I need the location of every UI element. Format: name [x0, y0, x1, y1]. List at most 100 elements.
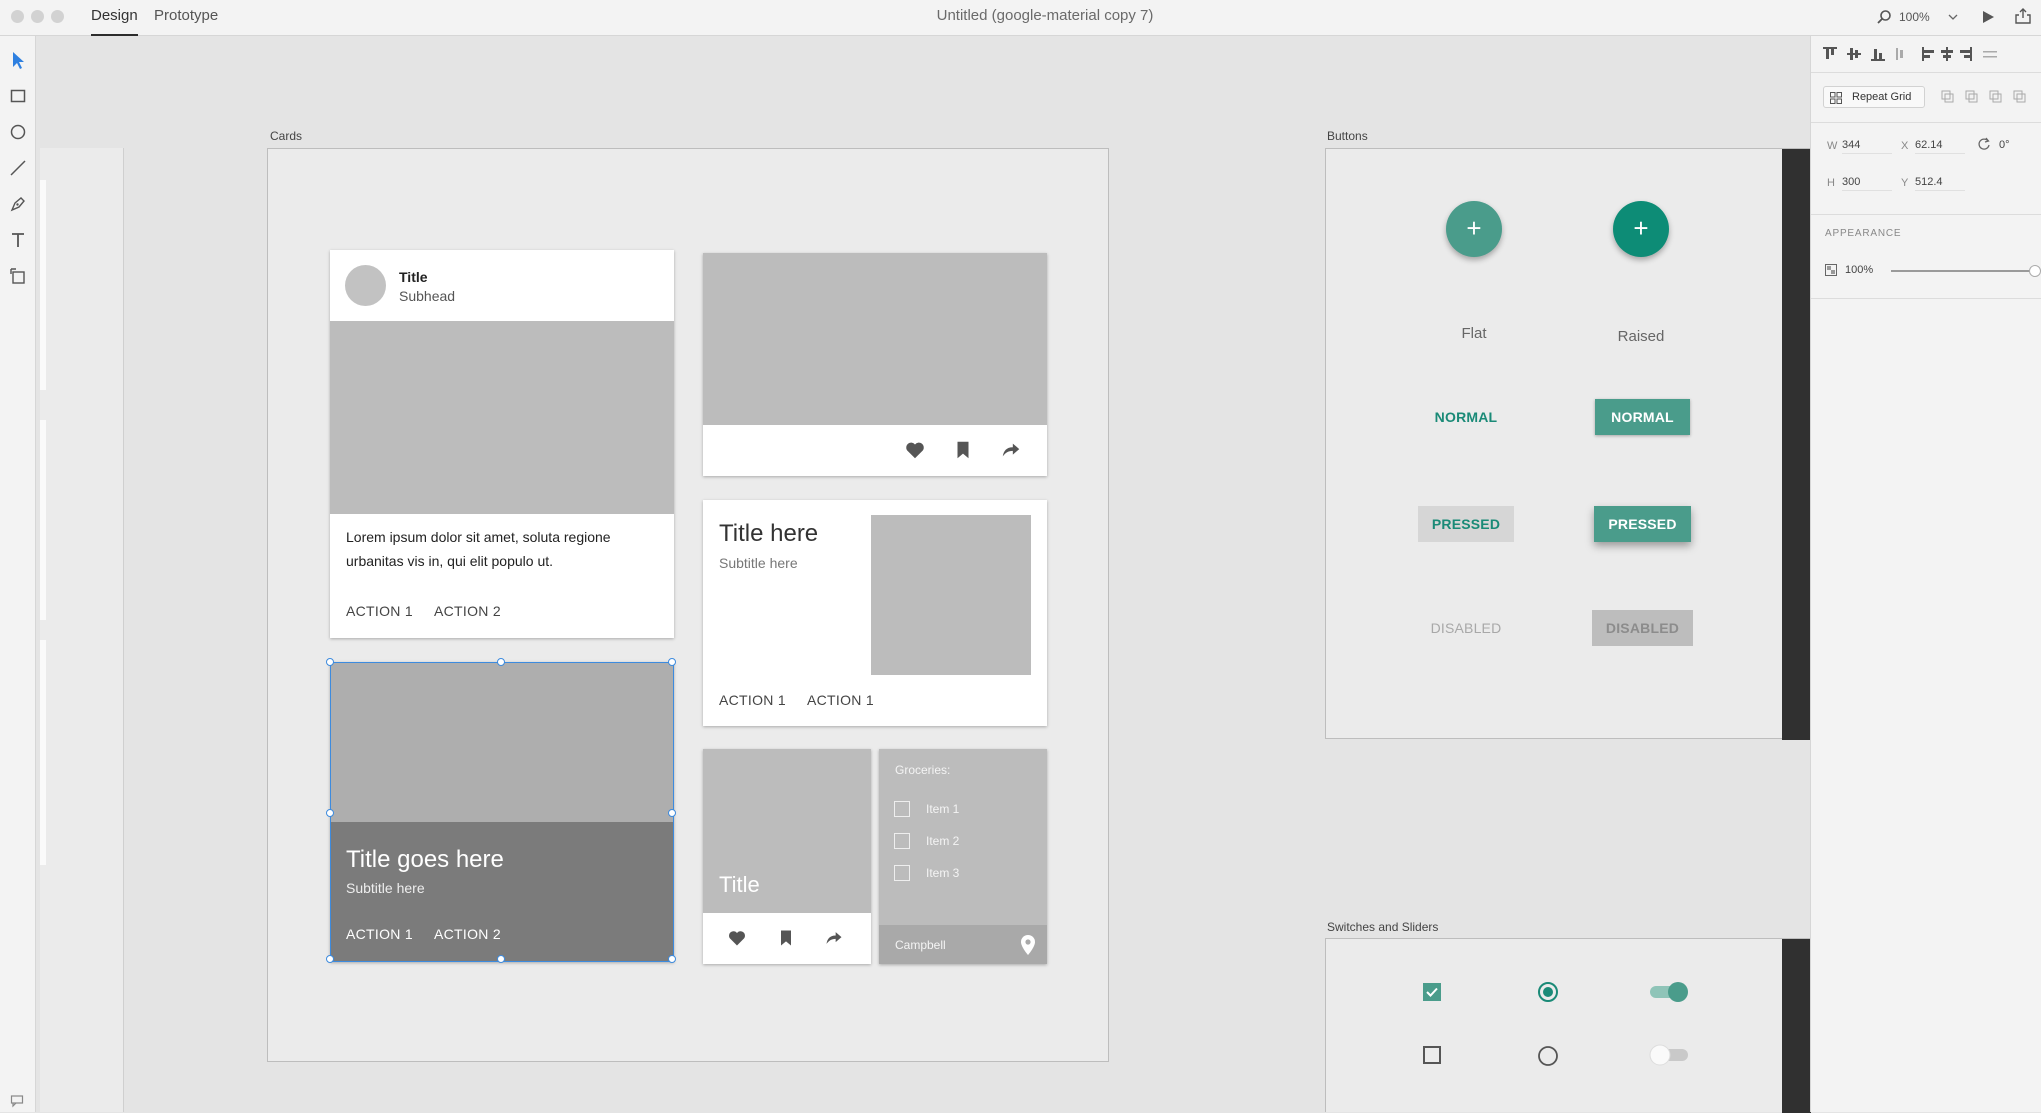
card-media — [330, 321, 674, 514]
avatar — [345, 265, 386, 306]
checkbox-checked[interactable] — [1422, 982, 1442, 1002]
property-inspector: Repeat Grid W 344 X 62.14 0° H 300 Y 512… — [1810, 36, 2041, 1112]
comment-icon[interactable] — [10, 1094, 24, 1108]
text-icon[interactable] — [8, 230, 28, 250]
repeat-grid-label: Repeat Grid — [1852, 91, 1912, 103]
align-toolbar[interactable] — [1823, 46, 2023, 62]
opacity-value[interactable]: 100% — [1845, 264, 1873, 276]
rotate-icon — [1978, 137, 1990, 150]
opacity-icon — [1825, 264, 1837, 276]
share-arrow-icon[interactable] — [1000, 439, 1022, 461]
card-title-thumbnail[interactable]: Title here Subtitle here ACTION 1 ACTION… — [703, 500, 1047, 726]
rectangle-icon[interactable] — [8, 86, 28, 106]
checkbox[interactable] — [894, 865, 910, 881]
card-small-title[interactable]: Title — [703, 749, 871, 964]
raised-normal-button[interactable]: NORMAL — [1595, 399, 1690, 435]
zoom-level[interactable]: 100% — [1899, 10, 1930, 24]
radio-unchecked[interactable] — [1537, 1045, 1559, 1067]
tab-design[interactable]: Design — [91, 0, 138, 36]
chevron-down-icon[interactable] — [1948, 12, 1958, 22]
card-media-icons[interactable] — [703, 253, 1047, 476]
card-action-1[interactable]: ACTION 1 — [719, 692, 786, 708]
location-pin-icon[interactable] — [1019, 934, 1037, 956]
card-subhead: Subhead — [399, 288, 456, 304]
flat-normal-button[interactable]: NORMAL — [1418, 399, 1514, 435]
toggle-off[interactable] — [1648, 1044, 1690, 1066]
card-action-2[interactable]: ACTION 1 — [807, 692, 874, 708]
divider — [1811, 214, 2041, 215]
x-field[interactable]: 62.14 — [1915, 139, 1965, 154]
raised-pressed-button[interactable]: PRESSED — [1594, 506, 1691, 542]
artboard-switches[interactable] — [1325, 938, 1811, 1113]
checkbox-unchecked[interactable] — [1422, 1045, 1442, 1065]
list-item: Item 3 — [926, 866, 960, 880]
card-action-1[interactable]: ACTION 1 — [346, 603, 413, 619]
artboard-dark-edge — [1782, 939, 1811, 1113]
card-subtitle: Subtitle here — [346, 880, 425, 896]
width-field[interactable]: 344 — [1842, 139, 1892, 154]
heart-icon[interactable] — [727, 928, 747, 948]
line-icon[interactable] — [8, 158, 28, 178]
window-minimize-button[interactable] — [31, 10, 44, 23]
artboard-buttons[interactable]: + + Flat Raised NORMAL NORMAL PRESSED PR… — [1325, 148, 1811, 740]
pen-icon[interactable] — [8, 194, 28, 214]
card-action-2[interactable]: ACTION 2 — [434, 603, 501, 619]
artboard-label-switches[interactable]: Switches and Sliders — [1327, 920, 1438, 934]
share-arrow-icon[interactable] — [824, 928, 844, 948]
column-label-raised: Raised — [1617, 328, 1665, 345]
width-label: W — [1827, 140, 1838, 152]
artboard-label-cards[interactable]: Cards — [270, 129, 302, 143]
artboard-icon[interactable] — [8, 266, 28, 286]
boolean-ops-icons[interactable] — [1941, 90, 2031, 104]
offscreen-strip — [40, 640, 46, 865]
y-field[interactable]: 512.4 — [1915, 176, 1965, 191]
offscreen-artboard — [40, 148, 124, 1112]
heart-icon[interactable] — [904, 439, 926, 461]
card-overlay-selected[interactable]: Title goes here Subtitle here ACTION 1 A… — [330, 662, 674, 962]
window-zoom-button[interactable] — [51, 10, 64, 23]
card-body-text: Lorem ipsum dolor sit amet, soluta regio… — [346, 529, 611, 569]
raised-disabled-button: DISABLED — [1592, 610, 1693, 646]
document-title: Untitled (google-material copy 7) — [936, 7, 1154, 24]
height-field[interactable]: 300 — [1842, 176, 1892, 191]
card-action-2[interactable]: ACTION 2 — [434, 926, 501, 942]
x-label: X — [1901, 140, 1909, 152]
card-action-1[interactable]: ACTION 1 — [346, 926, 413, 942]
card-title: Title — [399, 269, 428, 285]
fab-flat[interactable]: + — [1446, 201, 1502, 257]
card-thumbnail — [871, 515, 1031, 675]
opacity-slider-track[interactable] — [1891, 270, 2035, 272]
window-close-button[interactable] — [11, 10, 24, 23]
card-title: Title — [719, 872, 760, 897]
card-groceries[interactable]: Groceries: Item 1 Item 2 Item 3 Campbell — [879, 749, 1047, 964]
appearance-heading: APPEARANCE — [1825, 228, 1902, 239]
rotation-field[interactable]: 0° — [1999, 139, 2029, 151]
card-media — [330, 662, 674, 822]
toggle-on[interactable] — [1648, 981, 1690, 1003]
repeat-grid-button[interactable]: Repeat Grid — [1823, 86, 1925, 108]
share-icon[interactable] — [2014, 7, 2032, 25]
card-with-avatar[interactable]: Title Subhead Lorem ipsum dolor sit amet… — [330, 250, 674, 638]
checkbox[interactable] — [894, 833, 910, 849]
radio-checked[interactable] — [1537, 981, 1559, 1003]
card-subtitle: Subtitle here — [719, 555, 798, 571]
opacity-slider-thumb[interactable] — [2029, 265, 2041, 277]
bookmark-icon[interactable] — [776, 928, 796, 948]
card-title: Title goes here — [346, 846, 504, 873]
bookmark-icon[interactable] — [952, 439, 974, 461]
search-icon[interactable] — [1876, 9, 1892, 25]
title-bar: Design Prototype Untitled (google-materi… — [0, 0, 2041, 36]
ellipse-icon[interactable] — [8, 122, 28, 142]
artboard-dark-edge — [1782, 149, 1811, 740]
play-icon[interactable] — [1980, 9, 1996, 25]
tool-bar — [0, 36, 36, 1112]
fab-raised[interactable]: + — [1613, 201, 1669, 257]
artboard-label-buttons[interactable]: Buttons — [1327, 129, 1368, 143]
y-label: Y — [1901, 177, 1909, 189]
select-arrow-icon[interactable] — [8, 50, 28, 70]
offscreen-strip — [40, 420, 46, 620]
checkbox[interactable] — [894, 801, 910, 817]
flat-pressed-button[interactable]: PRESSED — [1418, 506, 1514, 542]
tab-prototype[interactable]: Prototype — [154, 0, 218, 36]
artboard-cards[interactable]: Title Subhead Lorem ipsum dolor sit amet… — [267, 148, 1109, 1062]
